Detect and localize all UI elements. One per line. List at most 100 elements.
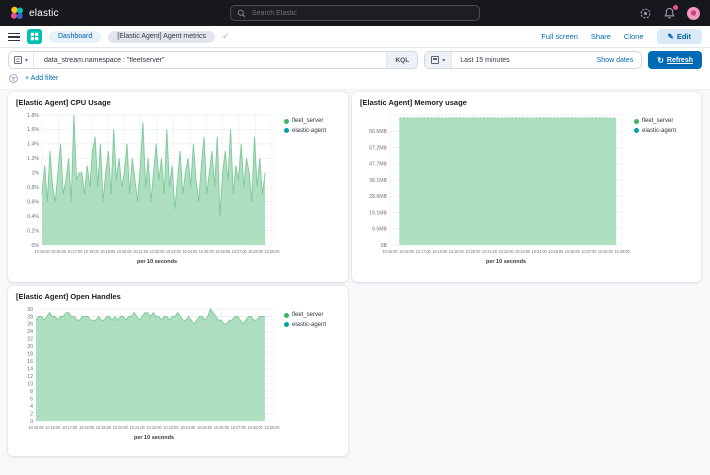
time-range-value[interactable]: Last 15 minutes <box>452 57 588 64</box>
svg-text:10:27:00: 10:27:00 <box>232 249 247 254</box>
add-filter-button[interactable]: + Add filter <box>25 75 58 82</box>
svg-text:1.4%: 1.4% <box>27 142 39 148</box>
legend-dot-icon <box>284 322 289 327</box>
chevron-down-icon: ▾ <box>25 57 28 64</box>
svg-text:10:25:00: 10:25:00 <box>197 425 212 430</box>
edit-button[interactable]: ✎ Edit <box>657 29 702 44</box>
memory-usage-chart[interactable]: 10:15:0010:16:0010:17:0010:18:0010:19:00… <box>360 109 634 267</box>
notification-badge <box>673 5 678 10</box>
search-icon <box>237 9 246 18</box>
svg-text:10:18:00: 10:18:00 <box>79 425 94 430</box>
cpu-usage-chart[interactable]: 10:15:0010:16:0010:17:0010:18:0010:19:00… <box>16 109 284 267</box>
svg-text:28: 28 <box>27 314 33 320</box>
legend-item-fleet_server[interactable]: fleet_server <box>634 118 690 124</box>
svg-text:10:22:00: 10:22:00 <box>147 425 162 430</box>
menu-hamburger-icon[interactable] <box>8 32 20 42</box>
svg-text:10:17:00: 10:17:00 <box>62 425 77 430</box>
svg-text:10:29:00: 10:29:00 <box>265 425 280 430</box>
legend-label: elastic-agent <box>292 128 326 134</box>
show-dates-button[interactable]: Show dates <box>589 57 642 64</box>
svg-text:18: 18 <box>27 352 33 358</box>
legend-dot-icon <box>284 313 289 318</box>
svg-text:10:15:00: 10:15:00 <box>383 249 398 254</box>
refresh-icon: ↻ <box>657 56 664 65</box>
svg-text:1%: 1% <box>32 171 40 177</box>
svg-text:10:22:00: 10:22:00 <box>499 249 514 254</box>
legend-item-fleet_server[interactable]: fleet_server <box>284 312 340 318</box>
svg-text:1.2%: 1.2% <box>27 156 39 162</box>
breadcrumb-page-title: [Elastic Agent] Agent metrics <box>108 31 215 43</box>
panel-memory-usage: [Elastic Agent] Memory usage 10:15:0010:… <box>352 92 701 282</box>
svg-text:10:23:00: 10:23:00 <box>166 249 181 254</box>
svg-text:10:15:00: 10:15:00 <box>29 425 44 430</box>
svg-text:38.1MB: 38.1MB <box>369 178 387 184</box>
svg-text:26: 26 <box>27 322 33 328</box>
refresh-button[interactable]: ↻ Refresh <box>648 51 702 69</box>
svg-text:10:28:00: 10:28:00 <box>598 249 613 254</box>
share-link[interactable]: Share <box>591 32 611 41</box>
legend-dot-icon <box>284 128 289 133</box>
dashboard-top-nav: Dashboard [Elastic Agent] Agent metrics … <box>0 26 710 48</box>
svg-text:30: 30 <box>27 307 33 313</box>
legend-item-elastic-agent[interactable]: elastic-agent <box>284 128 340 134</box>
dashboard-canvas: [Elastic Agent] CPU Usage 10:15:0010:16:… <box>0 89 710 475</box>
open-handles-chart[interactable]: 10:15:0010:16:0010:17:0010:18:0010:19:00… <box>16 303 284 443</box>
svg-text:14: 14 <box>27 367 33 373</box>
svg-text:10:21:00: 10:21:00 <box>133 249 148 254</box>
global-search-bar[interactable] <box>230 5 480 21</box>
svg-text:per 10 seconds: per 10 seconds <box>137 259 177 265</box>
unified-search-bar: ▾ KQL ▾ Last 15 minutes Show dates ↻ Ref… <box>0 48 710 71</box>
legend-dot-icon <box>284 119 289 124</box>
saved-query-menu-button[interactable]: ▾ <box>9 52 34 68</box>
svg-text:22: 22 <box>27 337 33 343</box>
chart-legend: fleet_server elastic-agent <box>284 303 340 443</box>
breadcrumb-dashboard[interactable]: Dashboard <box>49 31 101 43</box>
kql-query-input[interactable] <box>42 56 378 65</box>
svg-text:10:24:00: 10:24:00 <box>182 249 197 254</box>
dashboard-app-icon[interactable] <box>27 29 42 44</box>
deployment-icon[interactable] <box>639 7 652 20</box>
svg-text:0.2%: 0.2% <box>27 228 39 234</box>
query-input-box: ▾ KQL <box>8 51 418 69</box>
svg-text:10:25:00: 10:25:00 <box>548 249 563 254</box>
svg-text:1.6%: 1.6% <box>27 127 39 133</box>
svg-text:0: 0 <box>30 419 33 425</box>
svg-text:19.1MB: 19.1MB <box>369 210 387 216</box>
user-avatar[interactable] <box>687 7 700 20</box>
date-quick-select-button[interactable]: ▾ <box>425 52 452 68</box>
svg-text:9.5MB: 9.5MB <box>372 227 388 233</box>
svg-text:10:18:00: 10:18:00 <box>432 249 447 254</box>
panel-title: [Elastic Agent] Open Handles <box>16 292 340 301</box>
notifications-bell-icon[interactable] <box>663 7 676 20</box>
svg-text:10:17:00: 10:17:00 <box>416 249 431 254</box>
svg-text:per 10 seconds: per 10 seconds <box>134 435 174 441</box>
svg-text:10:20:00: 10:20:00 <box>113 425 128 430</box>
clone-link[interactable]: Clone <box>624 32 644 41</box>
query-language-button[interactable]: KQL <box>386 52 417 68</box>
svg-text:10:20:00: 10:20:00 <box>465 249 480 254</box>
calendar-icon <box>431 56 439 64</box>
svg-text:10:26:00: 10:26:00 <box>215 249 230 254</box>
svg-text:10:24:00: 10:24:00 <box>180 425 195 430</box>
elastic-logo-text[interactable]: elastic <box>29 8 59 19</box>
panel-title: [Elastic Agent] CPU Usage <box>16 98 340 107</box>
svg-text:66.6MB: 66.6MB <box>369 129 387 135</box>
svg-text:10:20:00: 10:20:00 <box>117 249 132 254</box>
legend-item-elastic-agent[interactable]: elastic-agent <box>284 322 340 328</box>
svg-text:10:27:00: 10:27:00 <box>581 249 596 254</box>
svg-text:10:25:00: 10:25:00 <box>199 249 214 254</box>
svg-text:10:26:00: 10:26:00 <box>565 249 580 254</box>
svg-text:1.8%: 1.8% <box>27 113 39 119</box>
edit-button-label: Edit <box>677 32 691 41</box>
svg-text:10:23:00: 10:23:00 <box>515 249 530 254</box>
svg-text:20: 20 <box>27 344 33 350</box>
global-search-input[interactable] <box>250 9 473 18</box>
full-screen-link[interactable]: Full screen <box>541 32 578 41</box>
filter-settings-icon[interactable] <box>8 73 19 84</box>
legend-dot-icon <box>634 119 639 124</box>
svg-text:10:29:00: 10:29:00 <box>615 249 630 254</box>
legend-item-elastic-agent[interactable]: elastic-agent <box>634 128 690 134</box>
legend-item-fleet_server[interactable]: fleet_server <box>284 118 340 124</box>
elastic-logo-icon[interactable] <box>10 6 24 20</box>
svg-text:10:29:00: 10:29:00 <box>265 249 280 254</box>
